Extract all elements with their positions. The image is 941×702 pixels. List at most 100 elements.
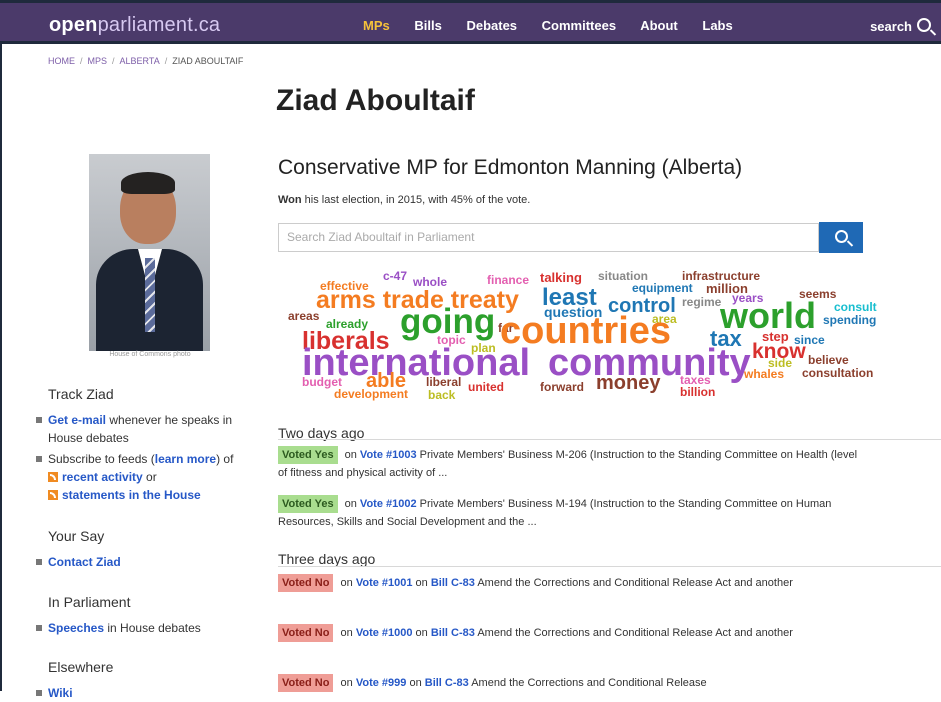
nav-bills[interactable]: Bills bbox=[414, 18, 441, 33]
in-parliament-heading: In Parliament bbox=[48, 594, 131, 610]
contact-item: Contact Ziad bbox=[36, 553, 256, 571]
won-label: Won bbox=[278, 194, 302, 206]
cloud-word: money bbox=[596, 372, 661, 394]
on-text: on bbox=[341, 449, 360, 461]
wiki-link[interactable]: Wiki bbox=[48, 686, 73, 700]
wiki-item: Wiki bbox=[36, 684, 256, 702]
on-text: on bbox=[337, 577, 356, 589]
vote-badge: Voted No bbox=[278, 674, 334, 692]
feeds-item: Subscribe to feeds (learn more) of recen… bbox=[36, 450, 256, 504]
vote-link[interactable]: Vote #1000 bbox=[356, 627, 413, 639]
cloud-word: development bbox=[334, 387, 409, 401]
photo-credit: House of Commons photo bbox=[109, 351, 191, 358]
mp-subtitle: Conservative MP for Edmonton Manning (Al… bbox=[278, 156, 743, 179]
vote-badge: Voted No bbox=[278, 624, 334, 642]
bill-link[interactable]: Bill C-83 bbox=[431, 577, 475, 589]
cloud-word: c-47 bbox=[383, 269, 408, 283]
cloud-word: consult bbox=[834, 300, 877, 314]
bill-link[interactable]: Bill C-83 bbox=[431, 627, 475, 639]
speeches-text: in House debates bbox=[104, 621, 201, 635]
on-text: on bbox=[406, 677, 425, 689]
search-icon bbox=[835, 230, 848, 243]
email-link[interactable]: Get e-mail bbox=[48, 413, 106, 427]
nav-about[interactable]: About bbox=[640, 18, 678, 33]
page-title: Ziad Aboultaif bbox=[276, 84, 475, 117]
logo-parliament: parliament.ca bbox=[97, 14, 221, 36]
breadcrumb-mps[interactable]: MPS bbox=[88, 56, 108, 66]
feeds-text2: ) of bbox=[216, 452, 234, 466]
on-text: on bbox=[341, 498, 360, 510]
activity-group-heading: Three days ago bbox=[278, 551, 376, 567]
cloud-word: billion bbox=[680, 385, 716, 399]
search-button[interactable] bbox=[819, 222, 863, 253]
recent-activity-feed[interactable]: recent activity bbox=[62, 470, 143, 484]
vote-link[interactable]: Vote #999 bbox=[356, 677, 407, 689]
top-nav-bar: openparliament.ca MPs Bills Debates Comm… bbox=[0, 0, 941, 44]
speeches-item: Speeches in House debates bbox=[36, 619, 256, 637]
won-text: his last election, in 2015, with 45% of … bbox=[301, 194, 531, 206]
cloud-word: united bbox=[468, 380, 504, 394]
your-say-heading: Your Say bbox=[48, 528, 105, 544]
main-nav: MPs Bills Debates Committees About Labs bbox=[363, 18, 754, 33]
rss-icon bbox=[48, 490, 58, 500]
cloud-word: regime bbox=[682, 295, 722, 309]
cloud-word: areas bbox=[288, 309, 320, 323]
statements-feed[interactable]: statements in the House bbox=[62, 488, 201, 502]
cloud-word: spending bbox=[823, 313, 877, 327]
activity-item: Voted Yes on Vote #1002 Private Members'… bbox=[278, 495, 858, 531]
mp-search-input[interactable]: Search Ziad Aboultaif in Parliament bbox=[278, 223, 819, 252]
rss-icon bbox=[48, 472, 58, 482]
on-text: on bbox=[337, 627, 356, 639]
cloud-word: believe bbox=[808, 353, 849, 367]
cloud-word: liberal bbox=[426, 375, 462, 389]
activity-item: Voted No on Vote #999 on Bill C-83 Amend… bbox=[278, 674, 858, 692]
nav-debates[interactable]: Debates bbox=[466, 18, 517, 33]
learn-more-link[interactable]: learn more bbox=[155, 452, 216, 466]
search-icon bbox=[917, 18, 931, 32]
nav-committees[interactable]: Committees bbox=[542, 18, 616, 33]
bill-link[interactable]: Bill C-83 bbox=[425, 677, 469, 689]
vote-badge: Voted Yes bbox=[278, 446, 338, 464]
mp-photo bbox=[89, 154, 210, 351]
vote-description: Amend the Corrections and Conditional Re… bbox=[474, 627, 793, 639]
left-edge bbox=[0, 44, 2, 691]
cloud-word: whales bbox=[744, 367, 785, 381]
search-link[interactable]: search bbox=[870, 17, 931, 34]
speeches-link[interactable]: Speeches bbox=[48, 621, 104, 635]
vote-link[interactable]: Vote #1002 bbox=[360, 498, 417, 510]
activity-item: Voted No on Vote #1000 on Bill C-83 Amen… bbox=[278, 624, 858, 642]
nav-mps[interactable]: MPs bbox=[363, 18, 390, 33]
vote-description: Amend the Corrections and Conditional Re… bbox=[468, 677, 707, 689]
cloud-word: consultation bbox=[802, 366, 874, 380]
logo-open: open bbox=[49, 14, 98, 36]
election-result: Won his last election, in 2015, with 45%… bbox=[278, 194, 530, 206]
activity-item: Voted Yes on Vote #1003 Private Members'… bbox=[278, 446, 858, 482]
vote-link[interactable]: Vote #1003 bbox=[360, 449, 417, 461]
cloud-word: finance bbox=[487, 273, 530, 287]
vote-link[interactable]: Vote #1001 bbox=[356, 577, 413, 589]
activity-item: Voted No on Vote #1001 on Bill C-83 Amen… bbox=[278, 574, 858, 592]
cloud-word: back bbox=[428, 388, 456, 402]
on-text: on bbox=[337, 677, 356, 689]
site-logo[interactable]: openparliament.ca bbox=[49, 14, 220, 37]
email-alert-item: Get e-mail whenever he speaks in House d… bbox=[36, 411, 256, 447]
feeds-text: Subscribe to feeds ( bbox=[48, 452, 155, 466]
vote-description: Amend the Corrections and Conditional Re… bbox=[474, 577, 793, 589]
breadcrumb-province[interactable]: ALBERTA bbox=[120, 56, 160, 66]
nav-labs[interactable]: Labs bbox=[702, 18, 732, 33]
top-nav-inner: openparliament.ca MPs Bills Debates Comm… bbox=[0, 3, 941, 41]
on-text: on bbox=[412, 577, 431, 589]
cloud-word: talking bbox=[540, 270, 582, 285]
contact-link[interactable]: Contact Ziad bbox=[48, 555, 121, 569]
vote-badge: Voted Yes bbox=[278, 495, 338, 513]
divider bbox=[278, 439, 941, 440]
on-text: on bbox=[412, 627, 431, 639]
cloud-word: equipment bbox=[632, 281, 693, 295]
word-cloud: effective c-47 whole finance talking sit… bbox=[278, 268, 888, 408]
cloud-word: forward bbox=[540, 380, 585, 394]
search-link-label: search bbox=[870, 19, 912, 34]
breadcrumb-home[interactable]: HOME bbox=[48, 56, 75, 66]
or-text: or bbox=[142, 470, 157, 484]
divider bbox=[278, 566, 941, 567]
elsewhere-heading: Elsewhere bbox=[48, 659, 114, 675]
